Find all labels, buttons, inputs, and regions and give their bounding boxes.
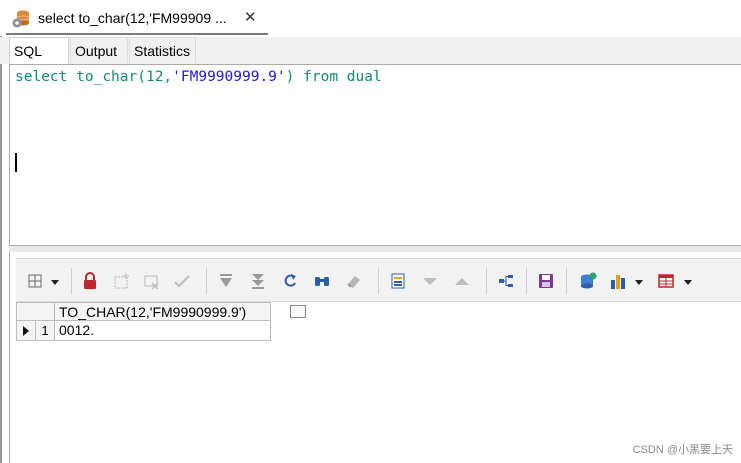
- tab-statistics-label: Statistics: [134, 43, 191, 59]
- next-record-icon[interactable]: [420, 271, 440, 291]
- tab-output[interactable]: Output: [70, 37, 128, 63]
- toolbar-separator: [486, 268, 487, 294]
- post-changes-icon[interactable]: [172, 271, 192, 291]
- keyword-select: select: [15, 69, 68, 85]
- delete-record-icon[interactable]: [142, 271, 162, 291]
- format-literal: 'FM9990999.9': [172, 69, 286, 85]
- row-number: 1: [36, 321, 55, 341]
- toolbar-separator: [566, 268, 567, 294]
- row-indicator[interactable]: [16, 321, 36, 341]
- grid-layout-icon[interactable]: [656, 271, 676, 291]
- grid-corner[interactable]: [16, 302, 55, 321]
- table-name: dual: [346, 69, 382, 85]
- watermark: CSDN @小黑要上天: [632, 444, 733, 456]
- save-icon[interactable]: [536, 271, 556, 291]
- toolbar-separator: [378, 268, 379, 294]
- fetch-last-icon[interactable]: [248, 271, 268, 291]
- sql-statement[interactable]: select to_char(12,'FM9990999.9') from du…: [15, 69, 382, 85]
- tab-statistics[interactable]: Statistics: [129, 37, 196, 63]
- column-menu-button[interactable]: [290, 305, 306, 318]
- current-row-arrow-icon: [23, 326, 29, 336]
- grid-options-icon[interactable]: [26, 271, 46, 291]
- results-toolbar: [16, 258, 741, 302]
- column-header-label: TO_CHAR(12,'FM9990999.9'): [59, 304, 247, 320]
- results-pane: TO_CHAR(12,'FM9990999.9') 1 0012.: [9, 252, 741, 463]
- function-call: to_char(12,: [76, 69, 173, 85]
- export-icon[interactable]: [578, 271, 598, 291]
- toolbar-separator: [206, 268, 207, 294]
- toolbar-separator: [71, 268, 72, 294]
- grid-options-dropdown-icon[interactable]: [51, 280, 59, 285]
- query-plan-icon[interactable]: [496, 271, 516, 291]
- refresh-icon[interactable]: [280, 271, 300, 291]
- left-panel-edge: [0, 36, 2, 463]
- tab-output-label: Output: [75, 43, 118, 59]
- previous-record-icon[interactable]: [452, 271, 472, 291]
- insert-record-icon[interactable]: [112, 271, 132, 291]
- lock-icon[interactable]: [80, 271, 100, 291]
- toolbar-separator: [526, 268, 527, 294]
- find-icon[interactable]: [312, 271, 332, 291]
- sql-editor[interactable]: select to_char(12,'FM9990999.9') from du…: [9, 64, 741, 246]
- close-tab-icon[interactable]: ✕: [244, 8, 257, 26]
- chart-dropdown-icon[interactable]: [635, 280, 643, 285]
- fetch-next-icon[interactable]: [216, 271, 236, 291]
- tab-sql[interactable]: SQL: [9, 37, 69, 64]
- chart-icon[interactable]: [608, 271, 628, 291]
- table-cell[interactable]: 0012.: [55, 321, 271, 341]
- tab-title: select to_char(12,'FM99909 ...: [38, 10, 227, 26]
- keyword-from: from: [303, 69, 339, 85]
- database-gear-icon: [12, 10, 30, 28]
- closing-paren: ): [285, 69, 295, 85]
- document-tab-bar: select to_char(12,'FM99909 ... ✕: [0, 0, 741, 35]
- grid-layout-dropdown-icon[interactable]: [684, 280, 692, 285]
- editor-tabs: SQL Output Statistics: [0, 37, 741, 64]
- column-header[interactable]: TO_CHAR(12,'FM9990999.9'): [55, 302, 306, 321]
- text-caret: [15, 153, 17, 172]
- tab-sql-label: SQL: [14, 43, 43, 59]
- clear-icon[interactable]: [344, 271, 364, 291]
- single-record-icon[interactable]: [388, 271, 408, 291]
- query-document-tab[interactable]: select to_char(12,'FM99909 ... ✕: [6, 2, 268, 35]
